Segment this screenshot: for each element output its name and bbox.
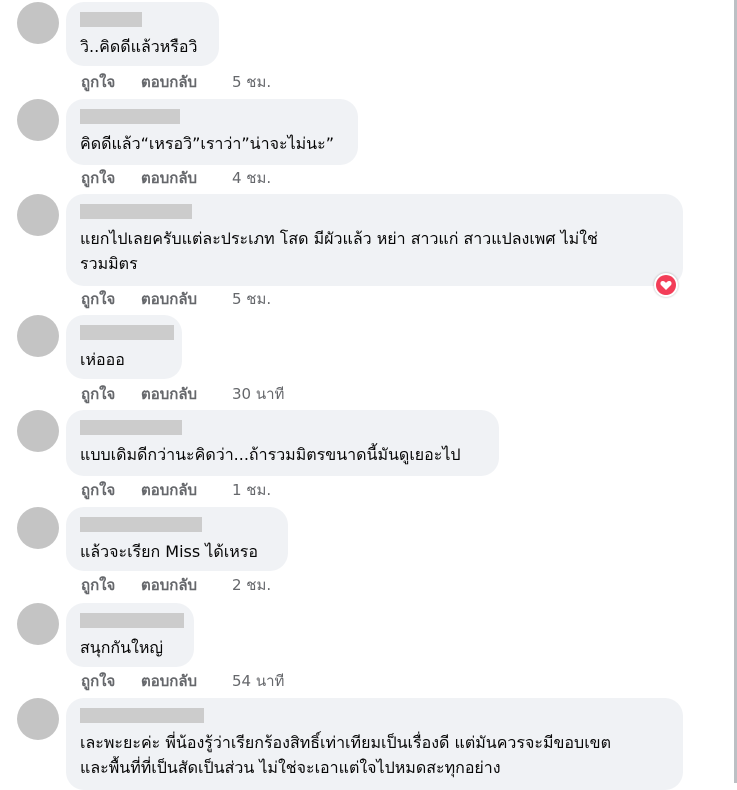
comment-actions: ถูกใจ ตอบกลับ 30 นาที [81,384,284,404]
comment-timestamp[interactable]: 5 ชม. [232,72,271,92]
comment-actions: ถูกใจ ตอบกลับ 4 ชม. [81,168,271,188]
reply-button[interactable]: ตอบกลับ [141,480,232,500]
comment-bubble: คิดดีแล้ว“เหรอวิ”เราว่า”น่าจะไม่นะ” [66,99,358,165]
love-icon [656,275,676,295]
avatar[interactable] [17,507,59,549]
redacted-author-name[interactable] [80,708,204,723]
avatar[interactable] [17,194,59,236]
comment-timestamp[interactable]: 54 นาที [232,671,284,691]
like-button[interactable]: ถูกใจ [81,168,141,188]
comment-bubble: แล้วจะเรียก Miss ได้เหรอ [66,507,288,571]
comment-text: สนุกกันใหญ่ [80,638,164,657]
reply-button[interactable]: ตอบกลับ [141,289,232,309]
comment-text: คิดดีแล้ว“เหรอวิ”เราว่า”น่าจะไม่นะ” [80,134,334,153]
reply-button[interactable]: ตอบกลับ [141,168,232,188]
comment-actions: ถูกใจ ตอบกลับ 2 ชม. [81,575,271,595]
avatar[interactable] [17,698,59,740]
like-button[interactable]: ถูกใจ [81,384,141,404]
redacted-author-name[interactable] [80,204,192,219]
redacted-author-name[interactable] [80,109,180,124]
comment-text: แบบเดิมดีกว่านะคิดว่า...ถ้ารวมมิตรขนาดนี… [80,445,461,464]
comment-actions: ถูกใจ ตอบกลับ 5 ชม. [81,72,271,92]
comment-text-line: และพื้นที่ที่เป็นสัดเป็นส่วน ไม่ใช่จะเอา… [80,758,501,777]
comment-bubble: เห่อออ [66,315,182,379]
reply-button[interactable]: ตอบกลับ [141,575,232,595]
redacted-author-name[interactable] [80,517,202,532]
comment-text-line: รวมมิตร [80,254,138,273]
avatar[interactable] [17,315,59,357]
comment-timestamp[interactable]: 2 ชม. [232,575,271,595]
comment-actions: ถูกใจ ตอบกลับ 1 ชม. [81,480,271,500]
comment-bubble: แบบเดิมดีกว่านะคิดว่า...ถ้ารวมมิตรขนาดนี… [66,410,499,476]
comment-timestamp[interactable]: 1 ชม. [232,480,271,500]
comment-text: วิ..คิดดีแล้วหรือวิ [80,37,198,56]
comment-text: เห่อออ [80,350,125,369]
comment-text-line: แยกไปเลยครับแต่ละประเภท โสด มีผัวแล้ว หย… [80,229,598,248]
like-button[interactable]: ถูกใจ [81,480,141,500]
redacted-author-name[interactable] [80,613,184,628]
comment-bubble: วิ..คิดดีแล้วหรือวิ [66,2,219,66]
comment-bubble: เละพะยะค่ะ พี่น้องรู้ว่าเรียกร้องสิทธิ์เ… [66,698,683,790]
like-button[interactable]: ถูกใจ [81,575,141,595]
comment-timestamp[interactable]: 5 ชม. [232,289,271,309]
avatar[interactable] [17,410,59,452]
redacted-author-name[interactable] [80,12,142,27]
comment-text-line: เละพะยะค่ะ พี่น้องรู้ว่าเรียกร้องสิทธิ์เ… [80,733,611,752]
avatar[interactable] [17,2,59,44]
avatar[interactable] [17,99,59,141]
comment-timestamp[interactable]: 30 นาที [232,384,284,404]
like-button[interactable]: ถูกใจ [81,671,141,691]
reply-button[interactable]: ตอบกลับ [141,384,232,404]
comment-text: แล้วจะเรียก Miss ได้เหรอ [80,542,258,561]
like-button[interactable]: ถูกใจ [81,289,141,309]
comment-actions: ถูกใจ ตอบกลับ 54 นาที [81,671,284,691]
comment-actions: ถูกใจ ตอบกลับ 5 ชม. [81,289,271,309]
comment-bubble: สนุกกันใหญ่ [66,603,194,667]
comment-bubble: แยกไปเลยครับแต่ละประเภท โสด มีผัวแล้ว หย… [66,194,683,286]
reaction-badge[interactable] [654,273,678,297]
redacted-author-name[interactable] [80,325,174,340]
reply-button[interactable]: ตอบกลับ [141,671,232,691]
avatar[interactable] [17,603,59,645]
comment-timestamp[interactable]: 4 ชม. [232,168,271,188]
reply-button[interactable]: ตอบกลับ [141,72,232,92]
redacted-author-name[interactable] [80,420,182,435]
like-button[interactable]: ถูกใจ [81,72,141,92]
